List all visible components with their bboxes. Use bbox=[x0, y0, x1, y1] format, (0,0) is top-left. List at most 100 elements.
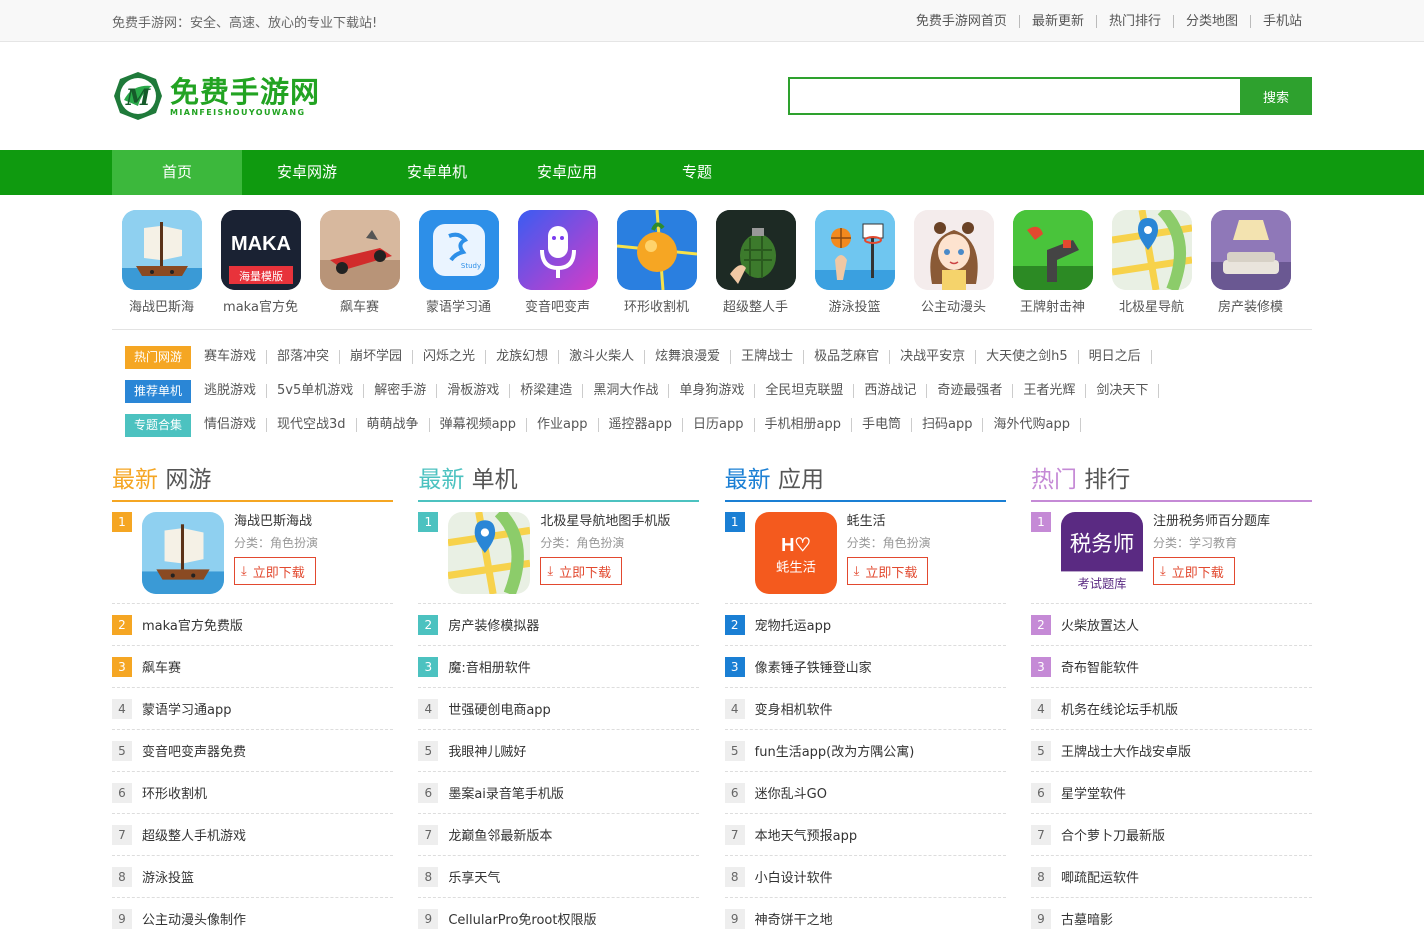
item-name[interactable]: 游泳投篮 bbox=[142, 867, 194, 886]
top-ranked-item[interactable]: 1 税务师 考试题库 注册税务师百分题库 分类：学习教育 ⤓ 立即下载 bbox=[1030, 502, 1312, 604]
item-name[interactable]: 星学堂软件 bbox=[1061, 783, 1126, 802]
tag-link[interactable]: 部落冲突 bbox=[267, 350, 341, 364]
nav-topics[interactable]: 专题 bbox=[632, 150, 762, 195]
featured-app-item[interactable]: 海战巴斯海 bbox=[112, 210, 211, 329]
item-name[interactable]: 王牌战士大作战安卓版 bbox=[1061, 741, 1191, 760]
item-name[interactable]: 像素锤子铁锤登山家 bbox=[755, 657, 872, 676]
featured-app-name[interactable]: 环形收割机 bbox=[607, 296, 706, 315]
item-name[interactable]: 迷你乱斗GO bbox=[755, 783, 827, 802]
tag-link[interactable]: 滑板游戏 bbox=[437, 384, 511, 398]
featured-app-name[interactable]: 房产装修模 bbox=[1201, 296, 1300, 315]
list-item[interactable]: 7 合个萝卜刀最新版 bbox=[1030, 814, 1312, 856]
list-item[interactable]: 7 超级整人手机游戏 bbox=[112, 814, 393, 856]
list-item[interactable]: 9 古墓暗影 bbox=[1030, 898, 1312, 933]
tag-link[interactable]: 西游战记 bbox=[854, 384, 928, 398]
top-ranked-item[interactable]: 1 北极星导航地图手机版 分类：角色扮演 ⤓ 立即下载 bbox=[418, 502, 700, 604]
tag-link[interactable]: 扫码app bbox=[912, 418, 984, 432]
list-item[interactable]: 3 奇布智能软件 bbox=[1030, 646, 1312, 688]
item-name[interactable]: 本地天气预报app bbox=[755, 825, 857, 844]
tag-link[interactable]: 大天使之剑h5 bbox=[976, 350, 1079, 364]
tag-link[interactable]: 作业app bbox=[527, 418, 599, 432]
tag-link[interactable]: 逃脱游戏 bbox=[194, 384, 268, 398]
tag-link[interactable]: 闪烁之光 bbox=[413, 350, 487, 364]
list-item[interactable]: 9 CellularPro免root权限版 bbox=[418, 898, 699, 933]
tag-link[interactable]: 桥梁建造 bbox=[510, 384, 584, 398]
tag-link[interactable]: 现代空战3d bbox=[267, 418, 357, 432]
featured-app-item[interactable]: 飙车赛 bbox=[310, 210, 409, 329]
grenade-icon[interactable] bbox=[715, 210, 796, 290]
item-name[interactable]: 火柴放置达人 bbox=[1061, 615, 1139, 634]
featured-app-item[interactable]: 游泳投篮 bbox=[805, 210, 904, 329]
list-item[interactable]: 8 游泳投篮 bbox=[112, 856, 393, 898]
list-item[interactable]: 2 maka官方免费版 bbox=[112, 604, 393, 646]
item-name[interactable]: 合个萝卜刀最新版 bbox=[1061, 825, 1165, 844]
fruit-icon[interactable] bbox=[616, 210, 697, 290]
list-item[interactable]: 8 唧疏配运软件 bbox=[1030, 856, 1312, 898]
tag-link[interactable]: 全民坦克联盟 bbox=[755, 384, 855, 398]
tag-link[interactable]: 弹幕视频app bbox=[430, 418, 528, 432]
item-name[interactable]: 变身相机软件 bbox=[755, 699, 833, 718]
download-button[interactable]: ⤓ 立即下载 bbox=[234, 557, 316, 585]
basketball-icon[interactable] bbox=[814, 210, 895, 290]
tag-link[interactable]: 海外代购app bbox=[983, 418, 1081, 432]
list-item[interactable]: 9 神奇饼干之地 bbox=[724, 898, 1006, 933]
item-name[interactable]: 房产装修模拟器 bbox=[448, 615, 539, 634]
top-ranked-item[interactable]: 1 海战巴斯海战 分类：角色扮演 ⤓ 立即下载 bbox=[112, 502, 393, 604]
featured-app-name[interactable]: 飙车赛 bbox=[310, 296, 409, 315]
item-name[interactable]: 注册税务师百分题库 bbox=[1153, 512, 1270, 532]
list-item[interactable]: 6 迷你乱斗GO bbox=[724, 772, 1006, 814]
list-item[interactable]: 8 乐享天气 bbox=[418, 856, 700, 898]
featured-app-name[interactable]: 公主动漫头 bbox=[904, 296, 1003, 315]
featured-app-name[interactable]: 王牌射击神 bbox=[1003, 296, 1102, 315]
ship-icon[interactable] bbox=[142, 512, 224, 594]
list-item[interactable]: 9 公主动漫头像制作 bbox=[112, 898, 393, 933]
tag-link[interactable]: 王者光辉 bbox=[1013, 384, 1087, 398]
item-name[interactable]: fun生活app(改为方隅公寓) bbox=[755, 741, 915, 760]
tag-link[interactable]: 单身狗游戏 bbox=[669, 384, 756, 398]
nav-android-online-games[interactable]: 安卓网游 bbox=[242, 150, 372, 195]
item-name[interactable]: 超级整人手机游戏 bbox=[142, 825, 246, 844]
list-item[interactable]: 5 fun生活app(改为方隅公寓) bbox=[724, 730, 1006, 772]
mic-icon[interactable] bbox=[517, 210, 598, 290]
download-button[interactable]: ⤓ 立即下载 bbox=[540, 557, 623, 585]
list-item[interactable]: 5 王牌战士大作战安卓版 bbox=[1030, 730, 1312, 772]
item-name[interactable]: 唧疏配运软件 bbox=[1061, 867, 1139, 886]
featured-app-item[interactable]: 王牌射击神 bbox=[1003, 210, 1102, 329]
list-item[interactable]: 6 环形收割机 bbox=[112, 772, 393, 814]
car-icon[interactable] bbox=[319, 210, 400, 290]
item-name[interactable]: 变音吧变声器免费 bbox=[142, 741, 246, 760]
item-name[interactable]: 蒙语学习通app bbox=[142, 699, 231, 718]
list-item[interactable]: 3 魔:音相册软件 bbox=[418, 646, 700, 688]
tag-link[interactable]: 手机相册app bbox=[755, 418, 852, 432]
tag-link[interactable]: 明日之后 bbox=[1079, 350, 1152, 364]
list-item[interactable]: 4 变身相机软件 bbox=[724, 688, 1006, 730]
tag-link[interactable]: 黑洞大作战 bbox=[583, 384, 670, 398]
list-item[interactable]: 3 飙车赛 bbox=[112, 646, 393, 688]
map-icon[interactable] bbox=[448, 512, 531, 594]
featured-app-name[interactable]: 游泳投篮 bbox=[805, 296, 904, 315]
maka-icon[interactable]: MAKA 海量模版 bbox=[220, 210, 301, 290]
list-item[interactable]: 6 星学堂软件 bbox=[1030, 772, 1312, 814]
item-name[interactable]: 乐享天气 bbox=[448, 867, 500, 886]
list-item[interactable]: 6 墨案ai录音笔手机版 bbox=[418, 772, 700, 814]
site-logo[interactable]: M 免费手游网 MIANFEISHOUYOUWANG bbox=[112, 70, 320, 122]
gun-icon[interactable] bbox=[1012, 210, 1093, 290]
list-item[interactable]: 4 机务在线论坛手机版 bbox=[1030, 688, 1312, 730]
list-item[interactable]: 3 像素锤子铁锤登山家 bbox=[724, 646, 1006, 688]
nav-android-apps[interactable]: 安卓应用 bbox=[502, 150, 632, 195]
item-name[interactable]: 奇布智能软件 bbox=[1061, 657, 1139, 676]
tag-link[interactable]: 遥控器app bbox=[599, 418, 684, 432]
featured-app-item[interactable]: 北极星导航 bbox=[1102, 210, 1201, 329]
tag-link[interactable]: 激斗火柴人 bbox=[559, 350, 646, 364]
list-item[interactable]: 7 本地天气预报app bbox=[724, 814, 1006, 856]
nav-android-single-games[interactable]: 安卓单机 bbox=[372, 150, 502, 195]
tag-link[interactable]: 崩坏学园 bbox=[340, 350, 414, 364]
item-name[interactable]: 飙车赛 bbox=[142, 657, 181, 676]
search-button[interactable]: 搜索 bbox=[1240, 77, 1312, 115]
tag-link[interactable]: 炫舞浪漫爱 bbox=[645, 350, 732, 364]
tag-link[interactable]: 萌萌战争 bbox=[357, 418, 430, 432]
item-name[interactable]: 宠物托运app bbox=[755, 615, 831, 634]
tag-link[interactable]: 决战平安京 bbox=[890, 350, 977, 364]
item-name[interactable]: 古墓暗影 bbox=[1061, 909, 1113, 928]
list-item[interactable]: 2 房产装修模拟器 bbox=[418, 604, 700, 646]
